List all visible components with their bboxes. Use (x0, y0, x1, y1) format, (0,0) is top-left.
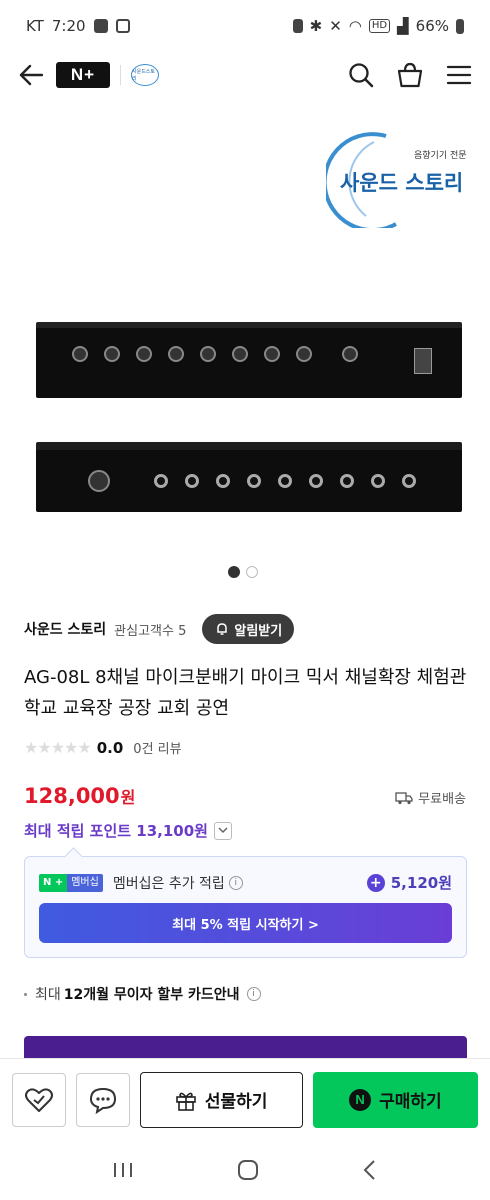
bullet (24, 992, 27, 996)
talk-button[interactable] (75, 1072, 130, 1127)
info-icon[interactable]: i (246, 987, 261, 1001)
installment-highlight: 12개월 무이자 할부 카드안내 (63, 987, 240, 1003)
battery-percent: 66% (415, 17, 449, 35)
mini-logo-text: 사운드스토리 (132, 69, 156, 82)
clock: 7:20 (51, 17, 86, 35)
nplus-membership-badge: N + 멤버십 (39, 873, 103, 892)
chevron-down-icon (213, 821, 232, 840)
gift-icon (176, 1092, 196, 1111)
system-nav-bar (0, 1140, 490, 1200)
mixer-front-panel (36, 322, 462, 398)
signal-icon: ▟ (397, 17, 409, 35)
max-points-toggle[interactable]: 최대 적립 포인트 13,100원 (24, 820, 232, 841)
gift-label: 선물하기 (204, 1092, 268, 1112)
review-count[interactable]: 0건 리뷰 (133, 738, 181, 757)
app-bar: N+ 사운드스토리 (0, 52, 490, 98)
max-points-label: 최대 적립 포인트 13,100원 (24, 822, 208, 840)
product-title: AG-08L 8채널 마이크분배기 마이크 믹서 채널확장 체험관 학교 교육장… (24, 667, 467, 719)
search-icon[interactable] (348, 62, 374, 88)
plus-circle-icon: + (366, 873, 385, 892)
back-arrow-icon[interactable] (18, 62, 44, 88)
membership-text: 멤버십은 추가 적립 (112, 875, 225, 892)
nplus-logo[interactable]: N+ (56, 62, 110, 88)
carousel-dot[interactable] (228, 566, 240, 578)
notify-label: 알림받기 (234, 623, 283, 639)
mute-icon: ✕ (329, 17, 342, 35)
nplus-badge-label: 멤버십 (67, 873, 103, 892)
membership-points-value: 5,120원 (390, 874, 452, 892)
nplus-badge-logo: N + (39, 873, 68, 892)
mixer-rear-panel (36, 442, 462, 512)
rating-stars: ★★★★★ (24, 738, 92, 757)
recent-apps-icon[interactable] (112, 1161, 134, 1179)
membership-start-button[interactable]: 최대 5% 적립 시작하기 > (39, 903, 452, 943)
chat-bubble-icon (89, 1087, 116, 1114)
wifi-icon: ◠ (348, 17, 362, 35)
truck-icon (395, 791, 413, 804)
brand-logo-name: 사운드 스토리 (340, 171, 463, 195)
menu-icon[interactable] (446, 64, 472, 86)
shipping-info: 무료배송 (395, 788, 466, 807)
bottom-action-bar: 선물하기 N 구매하기 (0, 1058, 490, 1140)
price: 128,000원 (24, 784, 135, 808)
battery-icon (456, 18, 464, 34)
buy-label: 구매하기 (379, 1092, 442, 1112)
cart-icon[interactable] (396, 62, 424, 88)
rating-row[interactable]: ★★★★★ 0.0 0건 리뷰 (24, 738, 182, 757)
membership-card: N + 멤버십 멤버십은 추가 적립 i + 5,120원 최대 5% 적립 시… (24, 856, 467, 958)
system-back-icon[interactable] (362, 1159, 378, 1181)
gallery-notification-icon (93, 19, 108, 33)
shipping-label: 무료배송 (418, 792, 466, 807)
carrier-label: KT (26, 17, 44, 35)
followers-count: 관심고객수 5 (114, 623, 187, 639)
buy-button[interactable]: N 구매하기 (312, 1071, 479, 1128)
product-image-carousel[interactable]: 음향기기 전문 사운드 스토리 (0, 98, 490, 558)
hd-icon: HD (368, 19, 391, 33)
membership-extra-points: + 5,120원 (366, 872, 452, 893)
sim-icon (292, 19, 303, 33)
store-mini-logo[interactable]: 사운드스토리 (131, 64, 159, 86)
logo-divider (120, 65, 121, 85)
carousel-dot[interactable] (246, 566, 258, 578)
brand-logo: 음향기기 전문 사운드 스토리 (326, 132, 467, 228)
installment-info[interactable]: 최대 12개월 무이자 할부 카드안내 i (24, 984, 261, 1004)
app-notification-icon (115, 19, 130, 33)
status-bar: KT 7:20 ✱ ✕ ◠ HD ▟ 66% (0, 0, 490, 52)
price-value: 128,000 (24, 784, 120, 808)
bell-plus-icon (217, 623, 228, 635)
store-info: 사운드 스토리 관심고객수 5 알림받기 (24, 614, 295, 644)
installment-prefix: 최대 (35, 987, 61, 1003)
brand-logo-tagline: 음향기기 전문 (414, 149, 467, 161)
bluetooth-icon: ✱ (309, 17, 323, 35)
price-unit: 원 (120, 788, 136, 807)
naver-n-icon: N (349, 1088, 372, 1111)
home-icon[interactable] (237, 1159, 259, 1181)
gift-button[interactable]: 선물하기 (139, 1071, 303, 1128)
carousel-indicator (228, 566, 258, 578)
rating-value: 0.0 (96, 738, 124, 757)
store-name[interactable]: 사운드 스토리 (24, 619, 106, 639)
wishlist-button[interactable] (12, 1072, 66, 1127)
notify-button[interactable]: 알림받기 (202, 614, 295, 644)
info-icon[interactable]: i (228, 875, 243, 890)
heart-check-icon (24, 1087, 53, 1112)
